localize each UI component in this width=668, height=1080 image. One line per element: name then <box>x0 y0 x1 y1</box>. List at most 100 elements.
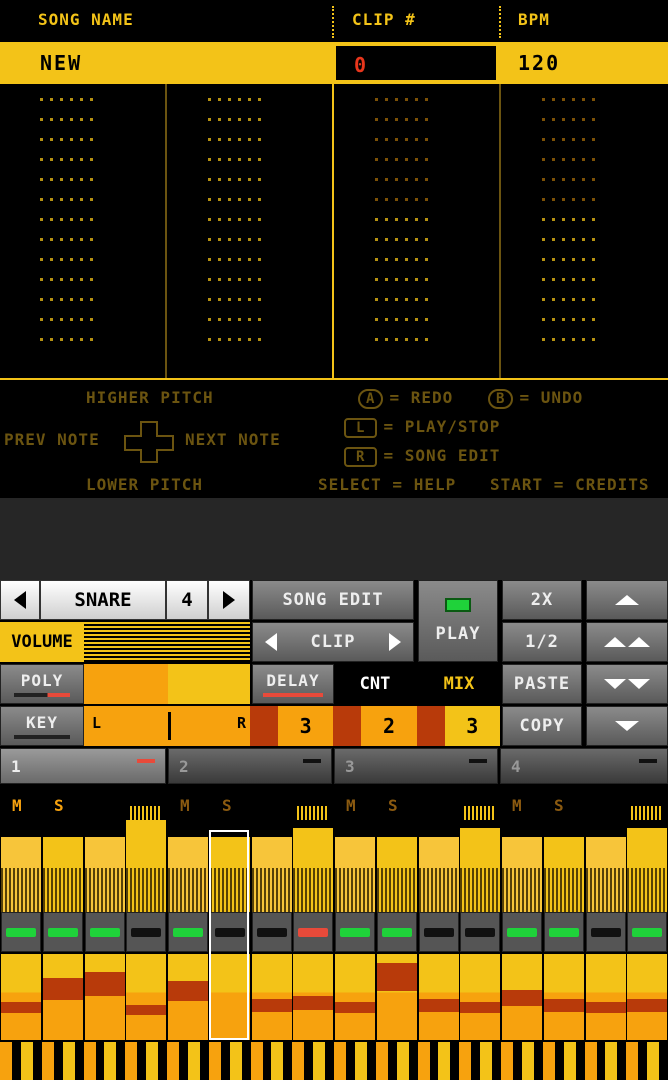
song-grid-dot[interactable] <box>218 318 221 321</box>
scroll-down-button[interactable] <box>586 706 668 746</box>
song-grid-dot[interactable] <box>90 118 93 121</box>
song-grid-dot[interactable] <box>385 338 388 341</box>
song-grid-dot[interactable] <box>542 298 545 301</box>
song-column-4[interactable] <box>542 98 602 358</box>
song-grid-dot[interactable] <box>405 298 408 301</box>
step-3[interactable] <box>85 820 125 1040</box>
song-grid-dot[interactable] <box>375 238 378 241</box>
song-grid-dot[interactable] <box>385 118 388 121</box>
song-grid-dot[interactable] <box>582 98 585 101</box>
song-grid-dot[interactable] <box>228 118 231 121</box>
song-grid-dot[interactable] <box>592 138 595 141</box>
song-grid-dot[interactable] <box>70 158 73 161</box>
song-grid-dot[interactable] <box>592 98 595 101</box>
step-14[interactable] <box>544 820 584 1040</box>
song-grid-dot[interactable] <box>90 298 93 301</box>
song-grid-dot[interactable] <box>385 218 388 221</box>
song-grid-dot[interactable] <box>552 318 555 321</box>
song-grid-dot[interactable] <box>385 98 388 101</box>
song-grid-dot[interactable] <box>70 278 73 281</box>
song-grid-dot[interactable] <box>208 198 211 201</box>
copy-button[interactable]: COPY <box>502 706 582 746</box>
song-grid-dot[interactable] <box>238 318 241 321</box>
song-grid-dot[interactable] <box>572 138 575 141</box>
instrument-next-button[interactable] <box>208 580 250 620</box>
song-grid-dot[interactable] <box>218 338 221 341</box>
song-grid-dot[interactable] <box>218 118 221 121</box>
song-grid-dot[interactable] <box>60 198 63 201</box>
song-grid-dot[interactable] <box>70 298 73 301</box>
song-grid-dot[interactable] <box>208 338 211 341</box>
song-grid-dot[interactable] <box>395 198 398 201</box>
paste-button[interactable]: PASTE <box>502 664 582 704</box>
song-grid-dot[interactable] <box>542 338 545 341</box>
song-grid-dot[interactable] <box>385 318 388 321</box>
song-grid-dot[interactable] <box>552 178 555 181</box>
song-grid-dot[interactable] <box>90 178 93 181</box>
song-grid-dot[interactable] <box>80 118 83 121</box>
song-grid-dot[interactable] <box>60 218 63 221</box>
solo-toggle-3[interactable]: S <box>388 796 398 815</box>
song-grid-dot[interactable] <box>405 138 408 141</box>
song-grid-dot[interactable] <box>60 238 63 241</box>
song-grid-dot[interactable] <box>40 298 43 301</box>
song-grid-dot[interactable] <box>40 158 43 161</box>
song-grid-dot[interactable] <box>60 118 63 121</box>
song-grid-dot[interactable] <box>542 258 545 261</box>
song-grid-dot[interactable] <box>582 118 585 121</box>
clip-selector[interactable]: CLIP <box>252 622 414 662</box>
song-grid-dot[interactable] <box>228 258 231 261</box>
song-grid-dot[interactable] <box>572 118 575 121</box>
song-grid-dot[interactable] <box>238 178 241 181</box>
song-grid-dot[interactable] <box>90 338 93 341</box>
song-grid-dot[interactable] <box>415 178 418 181</box>
song-grid-dot[interactable] <box>70 218 73 221</box>
song-grid-dot[interactable] <box>572 218 575 221</box>
song-grid-dot[interactable] <box>552 258 555 261</box>
song-grid-dot[interactable] <box>70 318 73 321</box>
song-grid-dot[interactable] <box>572 198 575 201</box>
pan-cursor-icon[interactable] <box>168 712 171 740</box>
song-grid-dot[interactable] <box>228 338 231 341</box>
bpm-field[interactable]: 120 <box>518 51 560 75</box>
song-grid-dot[interactable] <box>238 138 241 141</box>
song-grid-dot[interactable] <box>40 118 43 121</box>
song-grid-dot[interactable] <box>70 138 73 141</box>
song-grid-dot[interactable] <box>405 98 408 101</box>
step-5[interactable] <box>168 820 208 1040</box>
song-grid-dot[interactable] <box>50 338 53 341</box>
song-grid-dot[interactable] <box>218 238 221 241</box>
pattern-a-pad[interactable] <box>84 664 168 704</box>
song-grid-dot[interactable] <box>375 98 378 101</box>
song-grid-dot[interactable] <box>238 98 241 101</box>
song-grid-dot[interactable] <box>582 158 585 161</box>
song-grid-dot[interactable] <box>425 338 428 341</box>
song-grid-dot[interactable] <box>582 138 585 141</box>
song-grid-dot[interactable] <box>415 338 418 341</box>
song-grid-dot[interactable] <box>248 178 251 181</box>
song-grid-dot[interactable] <box>405 158 408 161</box>
song-grid-dot[interactable] <box>385 158 388 161</box>
song-grid-dot[interactable] <box>415 218 418 221</box>
song-grid-dot[interactable] <box>425 98 428 101</box>
song-grid-dot[interactable] <box>258 98 261 101</box>
song-grid-dot[interactable] <box>552 338 555 341</box>
song-grid-dot[interactable] <box>572 318 575 321</box>
song-grid-dot[interactable] <box>208 318 211 321</box>
step-2[interactable] <box>43 820 83 1040</box>
song-grid-dot[interactable] <box>385 238 388 241</box>
song-grid-dot[interactable] <box>562 278 565 281</box>
delay-button[interactable]: DELAY <box>252 664 334 704</box>
song-grid-dot[interactable] <box>542 238 545 241</box>
arrow-right-icon[interactable] <box>389 633 401 651</box>
song-grid-dot[interactable] <box>40 218 43 221</box>
song-grid-dot[interactable] <box>375 258 378 261</box>
page-down-button[interactable] <box>586 664 668 704</box>
song-grid-dot[interactable] <box>218 138 221 141</box>
poly-button[interactable]: POLY <box>0 664 84 704</box>
track-tab-4[interactable]: 4 <box>500 748 668 784</box>
song-grid-dot[interactable] <box>552 278 555 281</box>
song-grid[interactable] <box>0 84 668 378</box>
song-grid-dot[interactable] <box>228 158 231 161</box>
song-grid-dot[interactable] <box>228 298 231 301</box>
